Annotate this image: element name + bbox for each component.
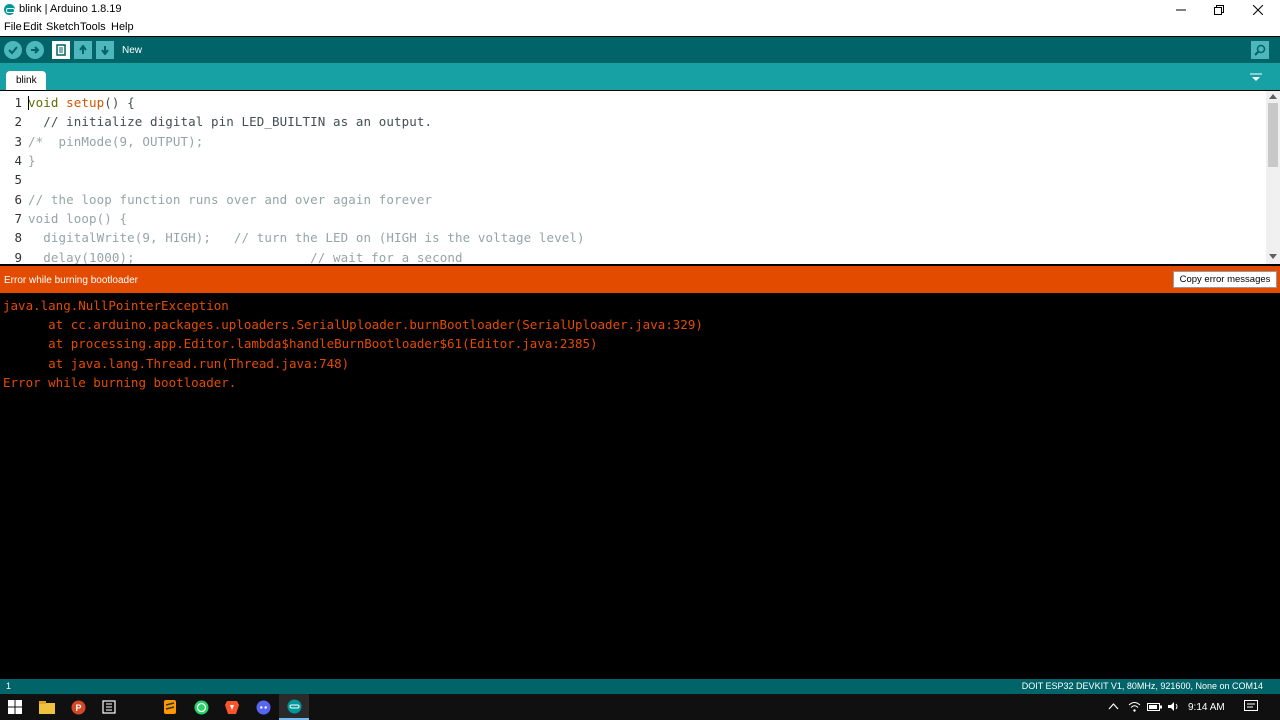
line-number: 7 [14, 211, 22, 226]
app-window-icon [102, 700, 116, 714]
tab-label: blink [16, 75, 37, 86]
arduino-icon [287, 699, 301, 713]
magnifier-icon [1254, 44, 1266, 56]
arduino-logo-icon [4, 4, 15, 15]
board-info: DOIT ESP32 DEVKIT V1, 80MHz, 921600, Non… [1021, 681, 1263, 691]
checkmark-icon [8, 46, 18, 55]
folder-icon [39, 700, 55, 714]
line-number-gutter: 1 2 3 4 5 6 7 8 9 [0, 91, 26, 264]
error-status-bar: Error while burning bootloader Copy erro… [0, 266, 1280, 293]
taskbar-powerpoint[interactable]: P [63, 694, 93, 720]
title-bar: blink | Arduino 1.8.19 [0, 0, 1280, 20]
tab-menu-button[interactable] [1250, 72, 1262, 86]
line-number: 1 [14, 95, 22, 110]
close-button[interactable] [1239, 0, 1277, 20]
text-caret [28, 96, 29, 110]
copy-error-messages-button[interactable]: Copy error messages [1173, 271, 1277, 288]
scroll-down-icon[interactable] [1269, 254, 1277, 259]
scrollbar-thumb[interactable] [1268, 103, 1278, 167]
taskbar: P 9:14 AM [0, 694, 1280, 720]
line-number: 8 [14, 230, 22, 245]
console-line: at java.lang.Thread.run(Thread.java:748) [3, 356, 350, 371]
code-line: } [28, 153, 36, 168]
new-file-icon [56, 44, 66, 56]
code-line: /* pinMode(9, OUTPUT); [28, 134, 204, 149]
editor-scrollbar[interactable] [1266, 91, 1280, 264]
window-title: blink | Arduino 1.8.19 [19, 3, 122, 15]
code-editor[interactable]: 1 2 3 4 5 6 7 8 9 void setup() { // init… [0, 91, 1280, 264]
volume-icon[interactable] [1167, 701, 1180, 715]
code-line: delay(1000); // wait for a second [28, 250, 463, 264]
brave-icon [225, 700, 239, 714]
line-number: 9 [14, 250, 22, 264]
new-sketch-button[interactable] [52, 41, 70, 59]
scroll-up-icon[interactable] [1269, 94, 1277, 99]
line-number: 3 [14, 134, 22, 149]
wifi-icon[interactable] [1128, 701, 1141, 715]
chevron-down-icon [1250, 73, 1262, 81]
svg-text:P: P [75, 703, 81, 713]
code-line: digitalWrite(9, HIGH); // turn the LED o… [28, 230, 585, 245]
upload-button[interactable] [26, 41, 44, 59]
minimize-icon [1176, 9, 1186, 11]
taskbar-brave[interactable] [217, 694, 247, 720]
code-line: void setup() { [28, 95, 135, 110]
console-line: at cc.arduino.packages.uploaders.SerialU… [3, 317, 703, 332]
arrow-down-icon [101, 46, 109, 55]
line-number: 6 [14, 192, 22, 207]
save-button[interactable] [96, 41, 114, 59]
restore-icon [1214, 5, 1224, 15]
serial-monitor-button[interactable] [1251, 41, 1269, 59]
code-line: void loop() { [28, 211, 128, 226]
tab-blink[interactable]: blink [6, 71, 46, 90]
code-line: // initialize digital pin LED_BUILTIN as… [43, 114, 433, 129]
toolbar-hover-label: New [122, 45, 143, 56]
whatsapp-icon [194, 700, 208, 714]
code-line: // the loop function runs over and over … [28, 192, 433, 207]
taskbar-discord[interactable] [248, 694, 278, 720]
taskbar-clock[interactable]: 9:14 AM [1188, 702, 1225, 713]
error-status-text: Error while burning bootloader [4, 275, 138, 286]
line-number: 5 [14, 172, 22, 187]
notification-icon[interactable] [1244, 700, 1258, 716]
bottom-status-bar: 1 DOIT ESP32 DEVKIT V1, 80MHz, 921600, N… [0, 679, 1280, 694]
open-button[interactable] [74, 41, 92, 59]
menu-help[interactable]: Help [111, 21, 134, 33]
toolbar: New [0, 37, 1280, 63]
start-button[interactable] [0, 694, 30, 720]
sublime-icon [164, 700, 176, 714]
arrow-right-icon [31, 46, 40, 54]
menu-sketch[interactable]: Sketch [46, 21, 80, 33]
console-output[interactable]: java.lang.NullPointerException at cc.ard… [0, 293, 1280, 679]
discord-icon [256, 700, 270, 714]
line-number: 4 [14, 153, 22, 168]
taskbar-file-explorer[interactable] [32, 694, 62, 720]
console-line: java.lang.NullPointerException [3, 298, 229, 313]
minimize-button[interactable] [1162, 0, 1200, 20]
verify-button[interactable] [4, 41, 22, 59]
chevron-up-icon[interactable] [1108, 701, 1119, 715]
taskbar-whatsapp[interactable] [186, 694, 216, 720]
powerpoint-icon: P [71, 700, 85, 714]
arrow-up-icon [79, 45, 87, 54]
restore-button[interactable] [1200, 0, 1238, 20]
windows-logo-icon [8, 700, 22, 714]
line-indicator: 1 [6, 681, 12, 691]
taskbar-app[interactable] [94, 694, 124, 720]
menu-file[interactable]: File [4, 21, 22, 33]
menu-bar: File Edit Sketch Tools Help [0, 20, 1280, 36]
taskbar-sublime[interactable] [155, 694, 185, 720]
console-line: at processing.app.Editor.lambda$handleBu… [3, 336, 598, 351]
close-icon [1253, 5, 1263, 15]
menu-tools[interactable]: Tools [80, 21, 106, 33]
menu-edit[interactable]: Edit [23, 21, 42, 33]
console-line: Error while burning bootloader. [3, 375, 237, 390]
battery-icon[interactable] [1147, 701, 1163, 715]
taskbar-arduino[interactable] [279, 694, 309, 720]
line-number: 2 [14, 114, 22, 129]
tab-strip: blink [0, 63, 1280, 90]
